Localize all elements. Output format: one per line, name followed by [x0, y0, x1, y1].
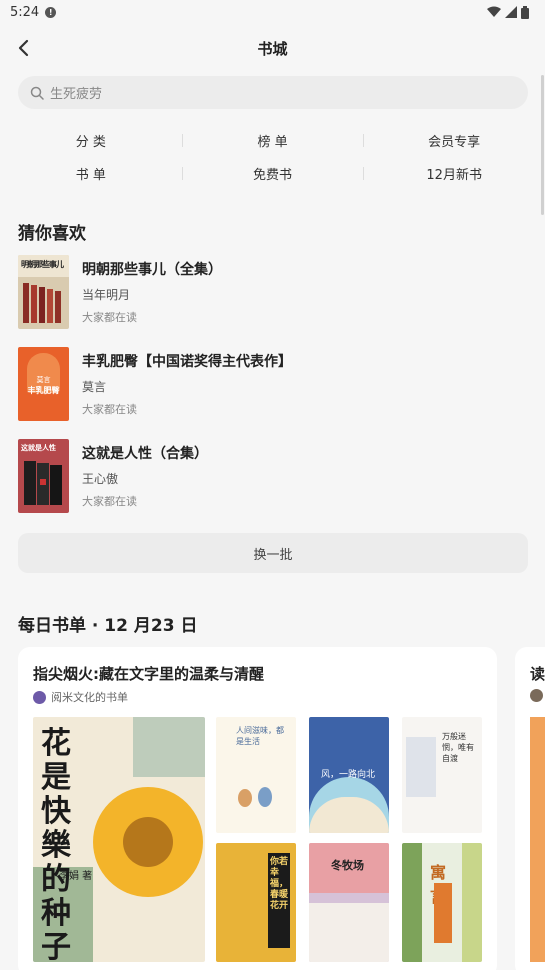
category-classify[interactable]: 分 类 — [0, 131, 182, 150]
booklist-source: 阅米文化的书单 — [33, 689, 128, 705]
search-bar[interactable]: 生死疲劳 — [18, 76, 528, 109]
book-cover: 明朝那些事儿 — [18, 255, 69, 329]
booklist-card-next[interactable]: 读 — [515, 647, 545, 970]
next-card-title: 读 — [530, 665, 545, 683]
book-cover[interactable]: 人间滋味，都是生活 — [216, 717, 296, 833]
cover-title-text: 明朝那些事儿 — [21, 260, 64, 269]
booklist-card-title: 指尖烟火:藏在文字里的温柔与清醒 — [33, 665, 265, 683]
guess-section-title: 猜你喜欢 — [18, 224, 86, 244]
large-cover-author: 李娟 著 — [59, 871, 93, 882]
scrollbar[interactable] — [541, 75, 544, 215]
source-avatar — [530, 689, 543, 702]
book-cover[interactable]: 风，一路向北 — [309, 717, 389, 833]
book-title: 丰乳肥臀【中国诺奖得主代表作】 — [82, 354, 292, 370]
book-meta: 大家都在读 — [82, 311, 137, 324]
book-cover[interactable]: 万般迷惘，唯有自渡 — [402, 717, 482, 833]
book-item[interactable]: 明朝那些事儿 明朝那些事儿（全集） 当年明月 大家都在读 — [18, 255, 528, 329]
back-button[interactable] — [12, 36, 36, 60]
cover-title-text: 丰乳肥臀 — [27, 386, 60, 395]
large-cover-title: 花是快樂的种子 — [41, 726, 71, 963]
source-avatar — [33, 690, 46, 704]
category-new-books[interactable]: 12月新书 — [363, 164, 545, 183]
refresh-button[interactable]: 换一批 — [18, 533, 528, 573]
cover-author-text: 莫言 — [36, 376, 51, 384]
page-title: 书城 — [257, 39, 288, 58]
book-cover: 这就是人性 — [18, 439, 69, 513]
book-author: 当年明月 — [82, 288, 131, 302]
book-cover-large[interactable]: 花是快樂的种子 李娟 著 — [33, 717, 205, 962]
book-cover[interactable]: 你若幸福，春暖花开 — [216, 843, 296, 962]
status-bar: 5:24 ! — [0, 0, 545, 24]
title-bar: 书城 — [0, 28, 545, 68]
category-free[interactable]: 免费书 — [181, 164, 364, 183]
search-icon — [30, 86, 44, 100]
daily-section-title: 每日书单 · 12 月23 日 — [18, 616, 198, 636]
book-info: 明朝那些事儿（全集） 当年明月 大家都在读 — [82, 255, 222, 329]
wifi-icon — [487, 6, 501, 17]
booklist-card[interactable]: 指尖烟火:藏在文字里的温柔与清醒 阅米文化的书单 花是快樂的种子 李娟 著 人间… — [18, 647, 497, 970]
book-title: 这就是人性（合集） — [82, 446, 208, 462]
book-info: 丰乳肥臀【中国诺奖得主代表作】 莫言 大家都在读 — [82, 347, 292, 421]
status-time: 5:24 — [10, 4, 40, 20]
battery-icon — [521, 5, 529, 19]
signal-icon — [505, 6, 517, 18]
cover-title-text: 这就是人性 — [21, 444, 56, 452]
cover-title-text: 风，一路向北 — [321, 770, 376, 780]
category-row: 书 单 免费书 12月新书 — [0, 157, 545, 190]
book-item[interactable]: 这就是人性 这就是人性（合集） 王心傲 大家都在读 — [18, 439, 528, 513]
search-placeholder: 生死疲劳 — [50, 87, 103, 102]
cover-title-text: 冬牧场 — [331, 859, 364, 872]
book-cover: 莫言 丰乳肥臀 — [18, 347, 69, 421]
category-vip[interactable]: 会员专享 — [363, 131, 545, 150]
cover-title-text: 人间滋味，都是生活 — [236, 726, 284, 746]
book-cover[interactable]: 寓言 — [402, 843, 482, 962]
book-author: 莫言 — [82, 380, 107, 394]
book-author: 王心傲 — [82, 472, 119, 486]
alert-icon: ! — [45, 6, 57, 18]
book-cover[interactable]: 冬牧场 — [309, 843, 389, 962]
book-info: 这就是人性（合集） 王心傲 大家都在读 — [82, 439, 208, 513]
book-item[interactable]: 莫言 丰乳肥臀 丰乳肥臀【中国诺奖得主代表作】 莫言 大家都在读 — [18, 347, 528, 421]
cover-title-text: 万般迷惘，唯有自渡 — [442, 732, 474, 763]
back-arrow-icon — [18, 39, 29, 57]
category-grid: 分 类 榜 单 会员专享 书 单 免费书 12月新书 — [0, 124, 545, 190]
category-row: 分 类 榜 单 会员专享 — [0, 124, 545, 157]
status-icons — [487, 5, 529, 19]
book-cover — [530, 717, 545, 962]
cover-title-text: 你若幸福，春暖花开 — [270, 857, 289, 911]
book-meta: 大家都在读 — [82, 403, 137, 416]
category-booklist[interactable]: 书 单 — [0, 164, 182, 183]
book-title: 明朝那些事儿（全集） — [82, 262, 222, 278]
source-name: 阅米文化的书单 — [51, 691, 128, 704]
book-meta: 大家都在读 — [82, 495, 137, 508]
category-ranking[interactable]: 榜 单 — [181, 131, 364, 150]
